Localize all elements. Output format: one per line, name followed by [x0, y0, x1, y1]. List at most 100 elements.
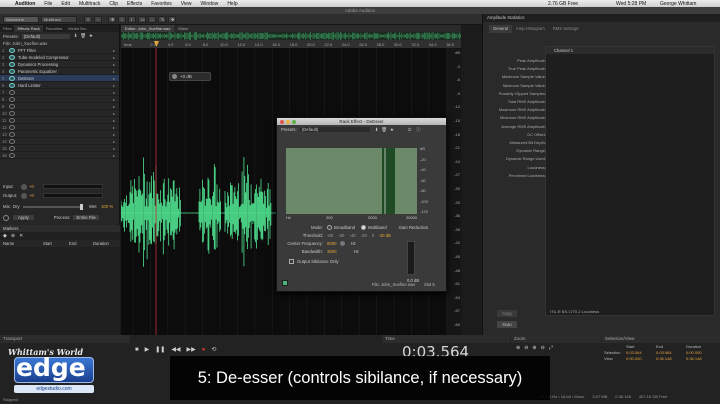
zoom-out-amplitude-icon[interactable]: ⊖ — [524, 345, 528, 351]
markers-col-duration[interactable]: Duration — [93, 240, 109, 247]
rack-slot-power-icon[interactable] — [9, 103, 15, 109]
dialog-power-icon[interactable]: ⏻ — [408, 127, 411, 132]
forward-icon[interactable]: ▶▶ — [187, 346, 196, 353]
menu-edit[interactable]: Edit — [61, 1, 70, 7]
rack-slot-menu-icon[interactable]: ▸ — [113, 48, 119, 53]
bandwidth-value[interactable]: 3500 — [327, 249, 337, 254]
rack-slot-power-icon[interactable] — [9, 75, 15, 81]
delete-marker-icon[interactable]: ✕ — [19, 233, 23, 239]
tab-files[interactable]: Files — [0, 25, 14, 32]
dialog-info-icon[interactable]: ⓘ — [416, 127, 420, 133]
rack-slot-menu-icon[interactable]: ▸ — [113, 139, 119, 144]
power-icon[interactable] — [3, 214, 9, 221]
zoom-in-time-icon[interactable]: ⊕ — [532, 345, 536, 351]
tab-editor[interactable]: Editor: John_Xuefine.wav — [121, 25, 175, 32]
user-name[interactable]: George Whittam — [660, 0, 696, 7]
rack-slot-menu-icon[interactable]: ▸ — [113, 62, 119, 67]
lasso-tool-icon[interactable]: ◌ — [148, 16, 156, 23]
dialog-save-preset-icon[interactable]: ⬇ — [375, 127, 379, 133]
rewind-icon[interactable]: ◀◀ — [171, 346, 180, 353]
markers-col-start[interactable]: Start — [43, 240, 69, 247]
menu-effects[interactable]: Effects — [127, 1, 142, 7]
rack-slot-power-icon[interactable] — [9, 54, 15, 60]
rack-slot-power-icon[interactable] — [9, 152, 15, 158]
menu-window[interactable]: Window — [201, 1, 219, 7]
rack-slot[interactable]: 4 Parametric Equalizer ▸ — [0, 68, 119, 75]
add-marker-icon[interactable]: ◆ — [3, 233, 7, 239]
scan-button[interactable]: Scan — [497, 321, 517, 328]
hud-volume[interactable]: +0 dB — [169, 72, 211, 81]
rack-slot[interactable]: 1 FFT Filter ▸ — [0, 47, 119, 54]
rack-slot-power-icon[interactable] — [9, 61, 15, 67]
view-duration[interactable]: 0:36.148 — [686, 356, 702, 362]
menu-file[interactable]: File — [44, 1, 52, 7]
rack-slot-power-icon[interactable] — [9, 89, 15, 95]
overview-strip[interactable] — [121, 32, 461, 40]
output-sibilance-checkbox[interactable] — [289, 259, 294, 264]
stop-icon[interactable]: ■ — [135, 347, 139, 353]
rack-slot-power-icon[interactable] — [9, 82, 15, 88]
minimize-icon[interactable] — [286, 119, 290, 124]
rack-slot[interactable]: 12 ▸ — [0, 124, 119, 131]
sibilance-band[interactable] — [382, 148, 395, 214]
rack-slot[interactable]: 11 ▸ — [0, 117, 119, 124]
hud-volume-value[interactable]: +0 dB — [180, 74, 192, 79]
pitch-icon[interactable]: ~ — [94, 16, 102, 23]
rack-slot-power-icon[interactable] — [9, 68, 15, 74]
input-gain-knob[interactable] — [21, 183, 27, 190]
threshold-value[interactable]: -30 dB — [378, 233, 391, 238]
tab-mixer[interactable]: Mixer — [174, 25, 192, 32]
dialog-delete-preset-icon[interactable]: 🗑 — [381, 127, 386, 133]
input-gain-value[interactable]: +0 — [29, 184, 43, 189]
loop-icon[interactable]: ⟲ — [211, 346, 216, 353]
mix-value[interactable]: 100 % — [101, 204, 113, 209]
rack-slot[interactable]: 14 ▸ — [0, 138, 119, 145]
rack-slot[interactable]: 16 ▸ — [0, 152, 119, 159]
frequency-graph[interactable] — [286, 148, 417, 214]
zoom-out-time-icon[interactable]: ⊖ — [541, 345, 545, 351]
rack-slot[interactable]: 6 Hard Limiter ▸ — [0, 82, 119, 89]
multiband-radio[interactable] — [361, 224, 367, 230]
menu-help[interactable]: Help — [227, 1, 237, 7]
spectral-icon[interactable]: ≡ — [84, 16, 92, 23]
menu-multitrack[interactable]: Multitrack — [79, 1, 100, 7]
tab-favorites[interactable]: Favorites — [43, 25, 65, 32]
tab-effects-rack[interactable]: Effects Rack — [14, 25, 43, 32]
rack-slot-menu-icon[interactable]: ▸ — [113, 104, 119, 109]
rack-slot-menu-icon[interactable]: ▸ — [113, 146, 119, 151]
broadband-radio[interactable] — [327, 224, 332, 230]
rack-slot-menu-icon[interactable]: ▸ — [113, 132, 119, 137]
output-gain-knob[interactable] — [21, 192, 27, 199]
rack-slot-menu-icon[interactable]: ▸ — [113, 83, 119, 88]
output-gain-value[interactable]: +0 — [29, 193, 43, 198]
rack-slot-power-icon[interactable] — [9, 138, 15, 144]
mix-slider[interactable] — [23, 203, 83, 210]
rack-slot[interactable]: 7 ▸ — [0, 89, 119, 96]
time-ruler[interactable]: hms 2.0 4.0 6.0 8.0 10.0 12.0 14.0 16.0 18.0 20.0 2… — [121, 40, 461, 48]
rack-slot-power-icon[interactable] — [9, 117, 15, 123]
center-frequency-value[interactable]: 8000 — [327, 241, 337, 246]
rack-slot[interactable]: 2 Tube-modeled Compressor ▸ — [0, 54, 119, 61]
menu-clip[interactable]: Clip — [109, 1, 118, 7]
zoom-in-amplitude-icon[interactable]: ⊕ — [516, 345, 520, 351]
apply-button[interactable]: Apply — [13, 215, 34, 220]
delete-preset-icon[interactable]: 🗑 — [80, 33, 85, 39]
rack-slot-power-icon[interactable] — [9, 110, 15, 116]
rack-slot-menu-icon[interactable]: ▸ — [113, 153, 119, 158]
menu-favorites[interactable]: Favorites — [151, 1, 172, 7]
presets-select[interactable]: (Default) — [21, 33, 70, 39]
dialog-power-toggle-icon[interactable] — [282, 280, 288, 286]
rack-slot-menu-icon[interactable]: ▸ — [113, 69, 119, 74]
brush-tool-icon[interactable]: ✎ — [158, 16, 166, 23]
view-start[interactable]: 0:00.000 — [626, 356, 656, 362]
razor-tool-icon[interactable]: ⌇ — [118, 16, 126, 23]
healing-tool-icon[interactable]: ✚ — [168, 16, 176, 23]
close-icon[interactable] — [280, 119, 284, 124]
rack-slot[interactable]: 13 ▸ — [0, 131, 119, 138]
rack-slot-menu-icon[interactable]: ▸ — [113, 97, 119, 102]
rack-slot[interactable]: 8 ▸ — [0, 96, 119, 103]
save-preset-icon[interactable]: ⬇ — [74, 33, 78, 39]
rack-slot[interactable]: 5 DeEsser ▸ — [0, 75, 119, 82]
rack-slot-power-icon[interactable] — [9, 47, 15, 53]
rack-slot-power-icon[interactable] — [9, 145, 15, 151]
